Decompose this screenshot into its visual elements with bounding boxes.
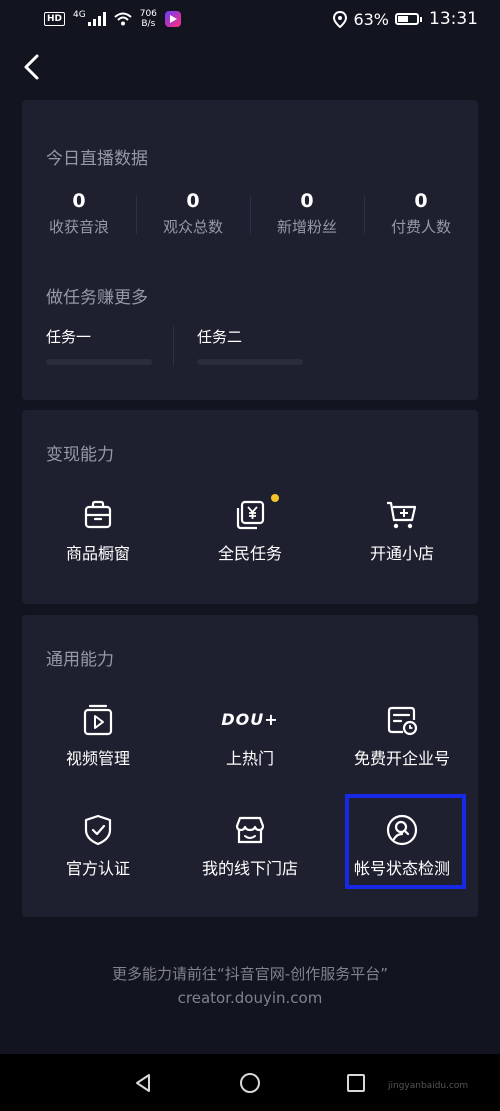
- battery-fill: [398, 16, 408, 22]
- task-label: 任务二: [197, 328, 243, 346]
- grid-label: 上热门: [225, 749, 274, 768]
- stat-label: 观众总数: [162, 218, 223, 236]
- task-label: 任务一: [46, 328, 92, 346]
- grid-label: 我的线下门店: [201, 859, 298, 878]
- battery-percent: 63%: [353, 9, 389, 29]
- monetization-title: 变现能力: [46, 445, 114, 465]
- store-icon: [235, 816, 265, 844]
- dou-plus-logo: DOU+: [221, 710, 279, 729]
- stat-value: 0: [414, 190, 428, 212]
- highlight-box: [345, 794, 466, 889]
- video-manage-button[interactable]: 视频管理: [22, 703, 174, 769]
- live-data-card: 今日直播数据 0 收获音浪 0 观众总数 0 新增粉丝 0 付费人数 做任务赚更…: [22, 100, 478, 400]
- tasks-title: 做任务赚更多: [46, 288, 148, 308]
- signal-icon: [87, 12, 106, 26]
- nav-recents-icon[interactable]: [345, 1072, 367, 1094]
- network-speed: 706 B/s: [140, 9, 157, 29]
- stat-label: 新增粉丝: [276, 218, 337, 236]
- video-manage-icon: [83, 704, 113, 736]
- clock: 13:31: [429, 9, 478, 29]
- footer-hint: 更多能力请前往“抖音官网-创作服务平台”: [112, 965, 388, 983]
- shop-window-button[interactable]: 商品橱窗: [22, 498, 174, 564]
- wifi-icon: [114, 12, 132, 26]
- go-trending-button[interactable]: DOU+ 上热门: [174, 703, 326, 769]
- stat-value: 0: [72, 190, 86, 212]
- speed-value: 706: [139, 9, 157, 19]
- shop-window-icon: [84, 500, 112, 529]
- stat-label: 收获音浪: [48, 218, 109, 236]
- stat-sound-waves[interactable]: 0 收获音浪: [22, 188, 136, 237]
- task-one[interactable]: 任务一: [46, 326, 152, 365]
- general-title: 通用能力: [46, 650, 114, 670]
- grid-label: 视频管理: [65, 749, 130, 768]
- grid-label: 免费开企业号: [353, 749, 450, 768]
- app-notification-icon: [164, 11, 181, 27]
- status-bar: HD 4G 706 B/s 63% 13:31: [0, 0, 500, 38]
- task-yuan-icon: [236, 500, 265, 530]
- stat-new-fans[interactable]: 0 新增粉丝: [250, 188, 364, 237]
- task-two[interactable]: 任务二: [197, 326, 303, 365]
- stat-value: 0: [300, 190, 314, 212]
- grid-label: 开通小店: [369, 544, 434, 563]
- enterprise-account-button[interactable]: 免费开企业号: [326, 703, 478, 769]
- enterprise-clock-icon: [387, 706, 418, 736]
- task-progress-bar: [46, 359, 152, 365]
- back-arrow-icon[interactable]: [16, 50, 50, 84]
- stat-label: 付费人数: [390, 218, 451, 236]
- speed-unit: B/s: [141, 19, 156, 29]
- stat-paying-users[interactable]: 0 付费人数: [364, 188, 478, 237]
- new-badge-dot: [271, 494, 279, 502]
- shield-check-icon: [84, 814, 112, 846]
- watermark: jingyanbaidu.com: [388, 1081, 469, 1091]
- offline-store-button[interactable]: 我的线下门店: [174, 813, 326, 879]
- task-divider: [173, 326, 174, 366]
- hd-badge: HD: [44, 12, 66, 26]
- nav-home-icon[interactable]: [239, 1072, 261, 1094]
- official-verification-button[interactable]: 官方认证: [22, 813, 174, 879]
- status-left: HD 4G 706 B/s: [44, 9, 181, 29]
- live-stats: 0 收获音浪 0 观众总数 0 新增粉丝 0 付费人数: [22, 188, 478, 237]
- grid-label: 商品橱窗: [65, 544, 130, 563]
- cart-add-icon: [387, 501, 417, 529]
- status-right: 63% 13:31: [333, 9, 478, 29]
- monetization-card: 变现能力 商品橱窗 全民任务 开通小店: [22, 410, 478, 604]
- footer-link[interactable]: creator.douyin.com: [0, 989, 500, 1007]
- stat-value: 0: [186, 190, 200, 212]
- task-progress-bar: [197, 359, 303, 365]
- network-type: 4G: [73, 10, 86, 20]
- nav-back-icon[interactable]: [132, 1072, 154, 1094]
- universal-task-button[interactable]: 全民任务: [174, 494, 326, 564]
- stat-total-viewers[interactable]: 0 观众总数: [136, 188, 250, 237]
- grid-label: 官方认证: [65, 859, 130, 878]
- location-icon: [333, 10, 348, 28]
- battery-icon: [395, 13, 422, 25]
- live-data-title: 今日直播数据: [46, 149, 148, 169]
- open-store-button[interactable]: 开通小店: [326, 498, 478, 564]
- grid-label: 全民任务: [217, 544, 282, 563]
